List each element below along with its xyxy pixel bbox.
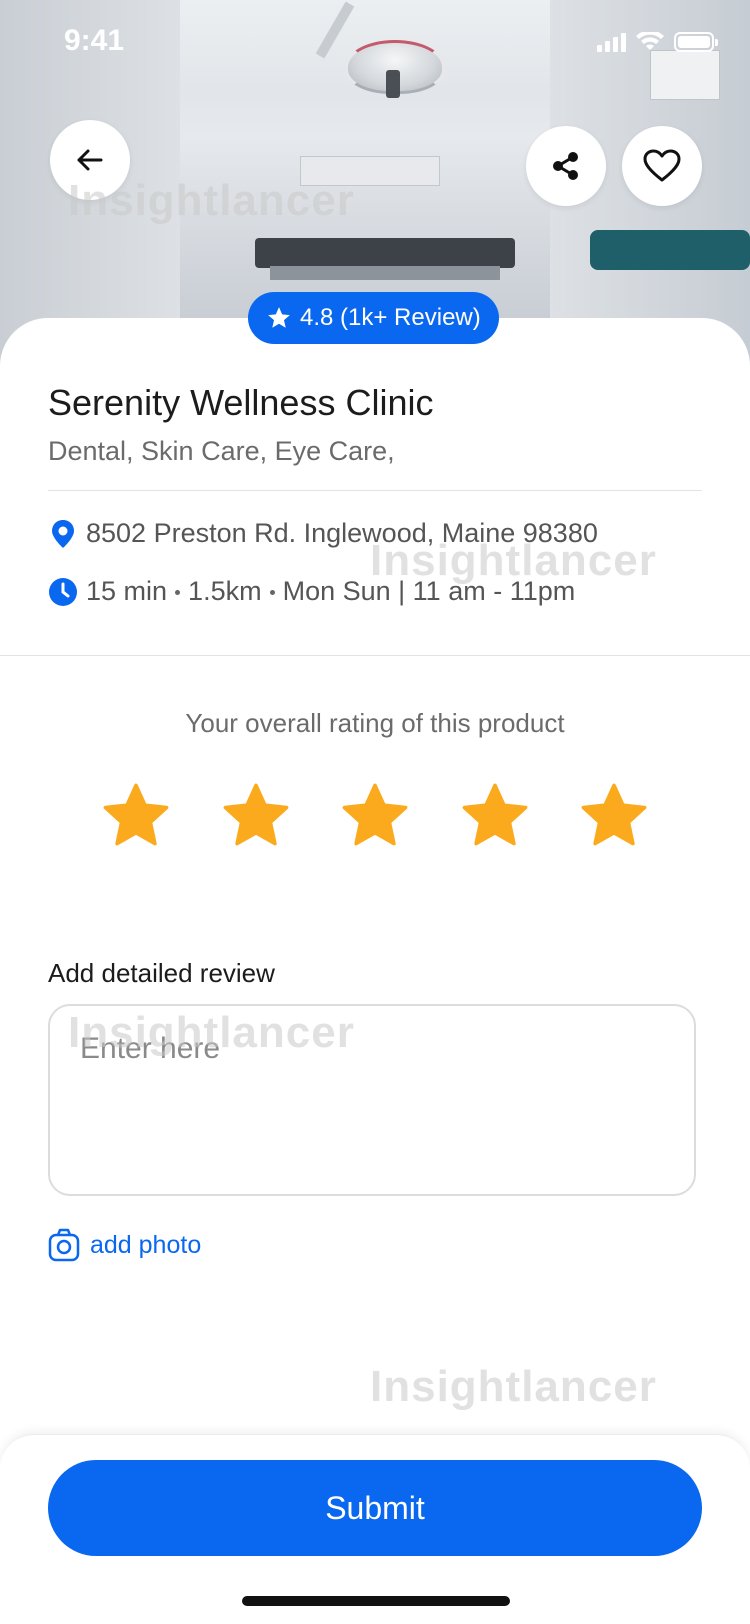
location-pin-icon xyxy=(48,519,78,549)
rating-badge: 4.8 (1k+ Review) xyxy=(248,292,499,344)
star-1-icon[interactable] xyxy=(100,780,172,852)
favorite-button[interactable] xyxy=(622,126,702,206)
add-photo-label: add photo xyxy=(90,1230,202,1259)
travel-time: 15 min xyxy=(86,576,168,606)
star-2-icon[interactable] xyxy=(220,780,292,852)
address-row: 8502 Preston Rd. Inglewood, Maine 98380 xyxy=(48,518,598,549)
rating-prompt: Your overall rating of this product xyxy=(185,708,565,738)
clinic-name: Serenity Wellness Clinic xyxy=(48,382,434,423)
signal-icon xyxy=(597,32,626,52)
clock-icon xyxy=(48,577,78,607)
star-5-icon[interactable] xyxy=(578,780,650,852)
star-rating[interactable] xyxy=(100,780,650,852)
star-icon xyxy=(268,307,290,328)
star-3-icon[interactable] xyxy=(339,780,411,852)
wifi-icon xyxy=(636,32,664,50)
clinic-address: 8502 Preston Rd. Inglewood, Maine 98380 xyxy=(86,518,598,548)
opening-hours: Mon Sun | 11 am - 11pm xyxy=(282,576,576,606)
submit-button[interactable]: Submit xyxy=(48,1460,702,1556)
star-4-icon[interactable] xyxy=(459,780,531,852)
camera-icon xyxy=(48,1228,80,1262)
clinic-categories: Dental, Skin Care, Eye Care, xyxy=(48,436,395,466)
status-icons xyxy=(597,32,718,52)
add-photo-button[interactable]: add photo xyxy=(48,1228,201,1262)
distance: 1.5km xyxy=(188,576,262,606)
review-label: Add detailed review xyxy=(48,958,275,988)
status-time: 9:41 xyxy=(64,24,125,57)
back-button[interactable] xyxy=(50,120,130,200)
rating-badge-text: 4.8 (1k+ Review) xyxy=(300,304,481,331)
divider xyxy=(48,490,702,491)
battery-icon xyxy=(674,32,718,52)
arrow-left-icon xyxy=(77,149,103,171)
status-bar: 9:41 xyxy=(0,0,750,88)
heart-icon xyxy=(643,149,681,182)
review-textarea[interactable] xyxy=(48,1004,696,1196)
hours-row: 15 min 1.5km Mon Sun | 11 am - 11pm xyxy=(48,576,575,607)
share-button[interactable] xyxy=(526,126,606,206)
share-icon xyxy=(553,152,578,180)
divider xyxy=(0,655,750,656)
home-indicator xyxy=(242,1596,510,1606)
